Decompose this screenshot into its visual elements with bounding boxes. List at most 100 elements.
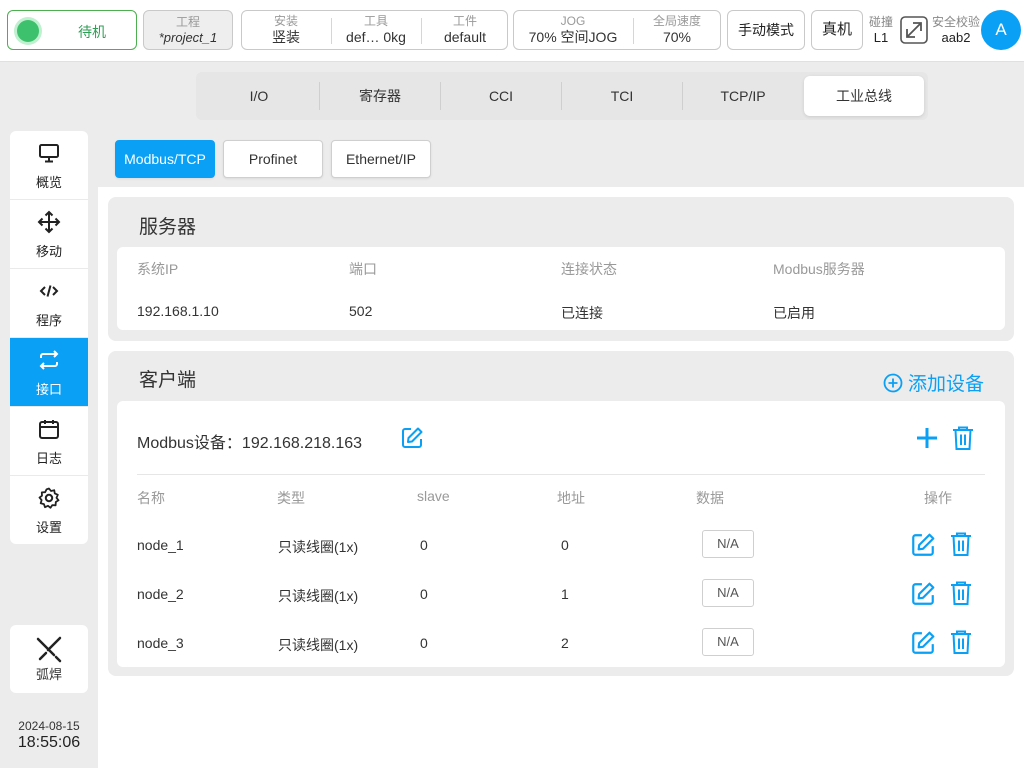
system-clock: 2024-08-15 18:55:06 [0, 719, 98, 752]
subtab-modbus-tcp[interactable]: Modbus/TCP [115, 140, 215, 178]
safety-value: aab2 [941, 30, 971, 45]
monitor-icon [39, 144, 59, 163]
system-ip-header: 系统IP [137, 261, 179, 277]
node-type: 只读线圈(1x) [278, 539, 359, 555]
interface-icon [39, 350, 59, 370]
type-column-header: 类型 [277, 490, 305, 506]
project-selector[interactable]: 工程 *project_1 [143, 10, 233, 50]
add-circle-icon [883, 373, 903, 392]
workpiece-label: 工件 [452, 14, 477, 28]
global-speed-value: 70% [662, 29, 692, 45]
slave-column-header: slave [417, 488, 450, 504]
collision-value: L1 [873, 30, 889, 45]
delete-node-icon[interactable] [949, 580, 973, 606]
tool-value: def… 0kg [346, 29, 406, 45]
node-slave: 0 [420, 635, 428, 651]
expand-icon[interactable] [900, 16, 928, 44]
sidebar-item-label: 设置 [35, 520, 62, 535]
node-data: N/A [702, 530, 754, 558]
top-bar: 待机 工程 *project_1 安装 竖装 工具 def… 0kg 工件 de… [0, 0, 1024, 62]
connection-status-header: 连接状态 [561, 261, 617, 277]
project-value: *project_1 [158, 30, 218, 45]
interface-tabs: I/O 寄存器 CCI TCI TCP/IP 工业总线 [196, 72, 928, 120]
global-speed-label: 全局速度 [652, 14, 701, 28]
tab-io[interactable]: I/O [199, 76, 319, 116]
node-name: node_3 [137, 635, 184, 651]
node-name: node_2 [137, 586, 184, 602]
workpiece-value: default [443, 29, 487, 45]
sidebar-item-label: 程序 [35, 313, 62, 328]
tab-tcp-ip[interactable]: TCP/IP [683, 76, 803, 116]
modbus-server-header: Modbus服务器 [773, 261, 865, 277]
status-text: 待机 [78, 24, 106, 40]
tool-label: 工具 [363, 14, 388, 28]
clock-time: 18:55:06 [17, 734, 81, 751]
port-header: 端口 [349, 261, 377, 277]
address-column-header: 地址 [557, 490, 585, 506]
add-device-label: 添加设备 [907, 374, 984, 395]
tool-segment[interactable]: 工具 def… 0kg [332, 11, 420, 49]
device-card: Modbus设备：192.168.218.163 名称 类型 slave 地址 … [117, 401, 1005, 667]
sidebar-item-label: 接口 [35, 382, 62, 397]
edit-node-icon[interactable] [910, 630, 936, 656]
jog-label: JOG [560, 14, 586, 28]
node-address: 0 [561, 537, 569, 553]
subtab-profinet[interactable]: Profinet [223, 140, 323, 178]
safety-checksum[interactable]: 安全校验 aab2 [929, 15, 983, 45]
sidebar-item-overview[interactable]: 概览 [10, 131, 88, 200]
tab-cci[interactable]: CCI [441, 76, 561, 116]
data-column-header: 数据 [696, 490, 724, 506]
delete-node-icon[interactable] [949, 531, 973, 557]
node-data: N/A [702, 579, 754, 607]
connection-status-value: 已连接 [561, 305, 603, 321]
device-title: Modbus设备：192.168.218.163 [137, 435, 363, 452]
delete-node-icon[interactable] [949, 629, 973, 655]
install-tool-workpiece-group[interactable]: 安装 竖装 工具 def… 0kg 工件 default [241, 10, 508, 50]
node-slave: 0 [420, 586, 428, 602]
node-name: node_1 [137, 537, 184, 553]
real-robot-button[interactable]: 真机 [811, 10, 863, 50]
install-segment[interactable]: 安装 竖装 [242, 11, 330, 49]
tab-registers[interactable]: 寄存器 [320, 76, 440, 116]
welding-torch-icon [36, 636, 62, 663]
add-device-button[interactable]: 添加设备 [883, 369, 984, 396]
project-label: 工程 [175, 15, 200, 29]
sidebar-item-settings[interactable]: 设置 [10, 476, 88, 544]
sidebar-item-label: 移动 [35, 244, 62, 259]
avatar[interactable]: A [981, 10, 1021, 50]
delete-device-icon[interactable] [951, 425, 975, 451]
server-title: 服务器 [139, 217, 197, 238]
server-panel: 服务器 系统IP 端口 连接状态 Modbus服务器 192.168.1.10 … [108, 197, 1014, 341]
sidebar-item-log[interactable]: 日志 [10, 407, 88, 476]
sidebar: 概览 移动 程序 接口 日志 设置 [10, 131, 88, 544]
edit-node-icon[interactable] [910, 532, 936, 558]
move-icon [37, 210, 61, 234]
jog-value: 70% 空间JOG [528, 29, 618, 45]
safety-label: 安全校验 [931, 15, 980, 29]
robot-status-indicator[interactable]: 待机 [7, 10, 137, 50]
sidebar-item-label: 概览 [35, 175, 62, 190]
modbus-server-value: 已启用 [773, 305, 815, 321]
manual-mode-button[interactable]: 手动模式 [727, 10, 805, 50]
add-node-icon[interactable] [914, 425, 940, 451]
tab-fieldbus[interactable]: 工业总线 [804, 76, 924, 116]
gear-icon [38, 487, 60, 509]
port-value: 502 [349, 303, 373, 319]
arc-welding-button[interactable]: 弧焊 [10, 625, 88, 693]
sidebar-item-interface[interactable]: 接口 [10, 338, 88, 407]
collision-level[interactable]: 碰撞 L1 [866, 15, 896, 45]
jog-speed-group[interactable]: JOG 70% 空间JOG 全局速度 70% [513, 10, 721, 50]
sidebar-item-move[interactable]: 移动 [10, 200, 88, 269]
edit-device-icon[interactable] [400, 426, 424, 450]
subtab-ethernet-ip[interactable]: Ethernet/IP [331, 140, 431, 178]
node-data: N/A [702, 628, 754, 656]
install-label: 安装 [273, 14, 298, 28]
name-column-header: 名称 [137, 490, 165, 506]
tab-tci[interactable]: TCI [562, 76, 682, 116]
edit-node-icon[interactable] [910, 581, 936, 607]
workpiece-segment[interactable]: 工件 default [422, 11, 508, 49]
sidebar-item-program[interactable]: 程序 [10, 269, 88, 338]
global-speed-segment[interactable]: 全局速度 70% [634, 11, 720, 49]
jog-segment[interactable]: JOG 70% 空间JOG [514, 11, 632, 49]
node-address: 1 [561, 586, 569, 602]
